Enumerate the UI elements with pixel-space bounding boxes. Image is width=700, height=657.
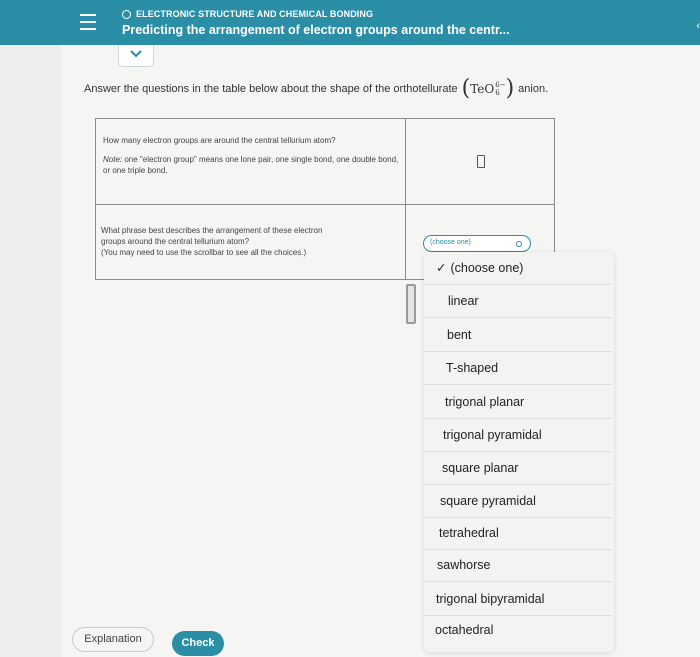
select-indicator-icon: [516, 241, 522, 247]
check-button[interactable]: Check: [172, 631, 224, 656]
lesson-title: Predicting the arrangement of electron g…: [122, 23, 510, 37]
formula-close-paren: ): [505, 76, 515, 101]
formula-base: TeO: [470, 82, 495, 96]
explanation-button[interactable]: Explanation: [72, 627, 154, 652]
formula-charge: 6−: [495, 81, 506, 89]
dropdown-option-square-planar[interactable]: square planar: [424, 452, 612, 485]
note-label: Note:: [103, 155, 123, 164]
prompt-suffix: anion.: [518, 83, 549, 95]
prompt-text: Answer the questions in the table below …: [84, 83, 458, 95]
chevron-down-icon: [130, 50, 142, 58]
menu-icon[interactable]: [80, 14, 96, 30]
dropdown-option-trigonal-bipyramidal[interactable]: trigonal bipyramidal: [424, 583, 612, 616]
question-1-text: How many electron groups are around the …: [103, 136, 336, 145]
arrangement-select[interactable]: (choose one): [423, 235, 531, 252]
dropdown-option-t-shaped[interactable]: T-shaped: [424, 352, 612, 385]
dropdown-option-octahedral[interactable]: octahedral: [424, 614, 612, 647]
arrangement-dropdown-list: ✓ (choose one) linear bent T-shaped trigo…: [424, 252, 614, 652]
question-2-line-2: groups around the central tellurium atom…: [101, 237, 250, 246]
formula-subscript: 6: [495, 89, 500, 97]
dropdown-option-sawhorse[interactable]: sawhorse: [424, 549, 612, 582]
formula: ( TeO 6− 6 ): [462, 78, 515, 100]
dropdown-option-square-pyramidal[interactable]: square pyramidal: [424, 485, 612, 518]
collapse-header-button[interactable]: [118, 45, 154, 67]
top-bar: ELECTRONIC STRUCTURE AND CHEMICAL BONDIN…: [0, 0, 700, 45]
topic-label: ELECTRONIC STRUCTURE AND CHEMICAL BONDIN…: [122, 9, 373, 19]
topic-progress-icon: [122, 9, 131, 19]
question-electron-groups: How many electron groups are around the …: [103, 135, 399, 176]
note-text: one "electron group" means one lone pair…: [103, 155, 399, 175]
dropdown-option-bent[interactable]: bent: [424, 319, 612, 352]
table-column-divider: [405, 119, 406, 279]
dropdown-option-linear[interactable]: linear: [424, 285, 612, 318]
formula-scripts: 6− 6: [495, 81, 505, 97]
dropdown-scrollbar[interactable]: [406, 284, 416, 324]
arrangement-select-value: (choose one): [430, 239, 471, 246]
right-edge-chevron-icon[interactable]: ‹: [696, 20, 700, 32]
dropdown-option-trigonal-pyramidal[interactable]: trigonal pyramidal: [424, 419, 612, 452]
formula-open-paren: (: [461, 76, 471, 101]
question-2-line-3: (You may need to use the scrollbar to se…: [101, 248, 307, 257]
table-row-divider: [96, 204, 554, 205]
left-margin: [0, 45, 62, 657]
electron-groups-input[interactable]: [477, 155, 485, 168]
dropdown-option-tetrahedral[interactable]: tetrahedral: [424, 517, 612, 550]
question-arrangement: What phrase best describes the arrangeme…: [101, 225, 391, 258]
dropdown-option-choose-one[interactable]: ✓ (choose one): [424, 252, 612, 285]
question-prompt: Answer the questions in the table below …: [84, 78, 548, 100]
question-2-line-1: What phrase best describes the arrangeme…: [101, 226, 323, 235]
question-1-note: Note: one "electron group" means one lon…: [103, 154, 399, 176]
dropdown-option-trigonal-planar[interactable]: trigonal planar: [424, 386, 612, 419]
check-icon: ✓: [436, 261, 447, 275]
